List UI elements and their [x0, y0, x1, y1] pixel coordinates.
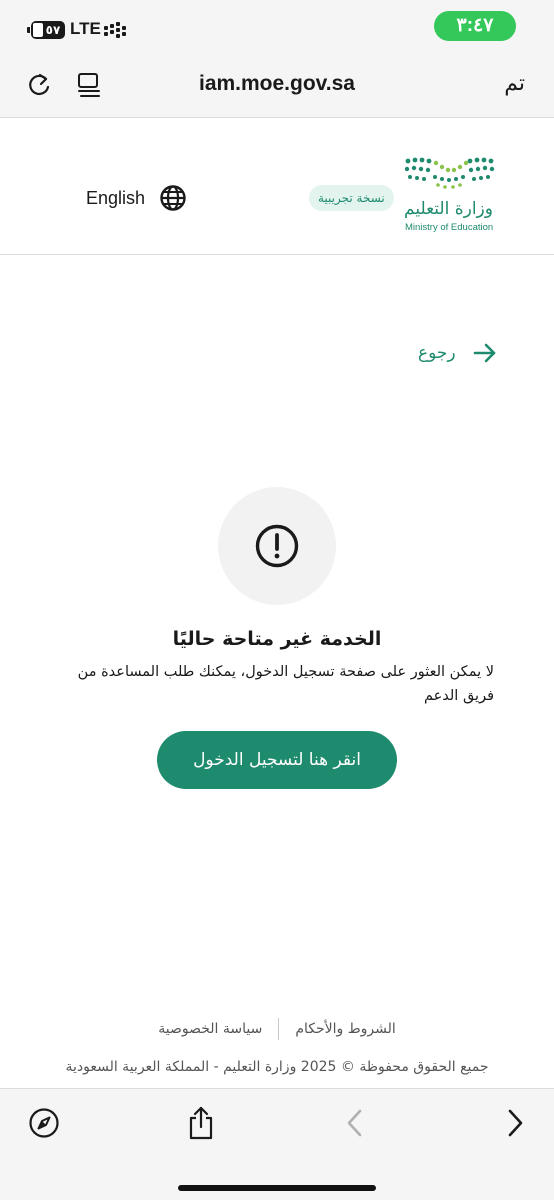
browser-bottom-toolbar — [0, 1088, 554, 1200]
signal-icon — [104, 22, 126, 38]
footer-divider — [278, 1018, 280, 1040]
home-indicator — [178, 1185, 376, 1191]
beta-badge: نسخة تجريبية — [309, 185, 394, 211]
status-bar: ٥٧ LTE ٣:٤٧ — [0, 0, 554, 56]
battery-level: ٥٧ — [45, 23, 61, 37]
back-link[interactable]: رجوع — [418, 338, 498, 368]
footer-links: الشروط والأحكام سياسة الخصوصية — [0, 1016, 554, 1042]
error-title: الخدمة غير متاحة حاليًا — [172, 628, 382, 650]
battery-indicator: ٥٧ — [27, 21, 65, 39]
battery-fill — [33, 23, 43, 37]
login-button[interactable]: انقر هنا لتسجيل الدخول — [157, 731, 397, 789]
browser-toolbar: iam.moe.gov.sa تم — [0, 56, 554, 118]
chevron-right-icon[interactable] — [504, 1107, 526, 1139]
chevron-left-icon[interactable] — [344, 1107, 366, 1139]
globe-icon[interactable] — [159, 184, 187, 212]
error-message: لا يمكن العثور على صفحة تسجيل الدخول، يم… — [77, 664, 494, 704]
exclamation-circle-icon — [255, 524, 299, 568]
terms-link[interactable]: الشروط والأحكام — [279, 1021, 411, 1037]
reader-mode-icon[interactable] — [76, 71, 102, 99]
moe-logo-icon — [404, 157, 495, 189]
logo-arabic-text: وزارة التعليم — [404, 199, 493, 219]
url-bar[interactable]: iam.moe.gov.sa — [150, 72, 404, 96]
network-type: LTE — [70, 19, 101, 38]
language-switch[interactable]: English — [86, 183, 187, 213]
back-label[interactable]: رجوع — [418, 343, 456, 363]
copyright-text: جميع الحقوق محفوظة © 2025 وزارة التعليم … — [65, 1059, 489, 1075]
compass-icon[interactable] — [28, 1107, 60, 1139]
status-time: ٣:٤٧ — [434, 11, 516, 41]
reload-icon[interactable] — [26, 71, 52, 99]
share-icon[interactable] — [186, 1105, 216, 1141]
language-label[interactable]: English — [86, 188, 145, 209]
arrow-right-icon[interactable] — [472, 341, 498, 365]
error-icon-container — [218, 487, 336, 605]
done-button[interactable]: تم — [504, 71, 525, 96]
logo-english-text: Ministry of Education — [405, 222, 494, 233]
privacy-link[interactable]: سياسة الخصوصية — [142, 1021, 278, 1037]
site-header: English نسخة تجريبية وزارة التعليم Minis… — [0, 119, 554, 255]
